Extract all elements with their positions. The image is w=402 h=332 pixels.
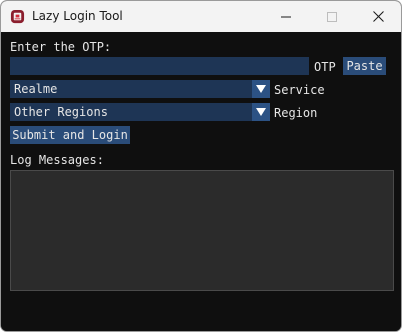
region-dropdown-arrow[interactable]: [252, 103, 270, 121]
log-messages-box[interactable]: [10, 170, 394, 291]
paste-button[interactable]: Paste: [343, 57, 386, 75]
chevron-down-icon: [256, 108, 266, 116]
region-selected: Other Regions: [14, 105, 108, 119]
log-messages-label: Log Messages:: [10, 153, 104, 167]
submit-login-button[interactable]: Submit and Login: [10, 126, 130, 144]
title-bar[interactable]: Lazy Login Tool: [1, 1, 401, 32]
service-selected: Realme: [14, 82, 58, 96]
close-button[interactable]: [355, 1, 401, 32]
otp-input[interactable]: [10, 57, 309, 75]
otp-field-label: OTP: [314, 60, 336, 74]
service-dropdown-arrow[interactable]: [252, 80, 270, 98]
app-logo-icon: [10, 9, 25, 24]
chevron-down-icon: [256, 85, 266, 93]
maximize-button[interactable]: [309, 1, 355, 32]
window-title: Lazy Login Tool: [32, 9, 123, 23]
minimize-icon: [281, 16, 291, 17]
close-icon: [372, 11, 384, 22]
service-label: Service: [274, 83, 325, 97]
app-window: Lazy Login Tool Enter the OTP: OTP Paste…: [0, 0, 402, 332]
region-label: Region: [274, 106, 318, 120]
service-dropdown[interactable]: Realme: [10, 80, 270, 98]
maximize-icon: [327, 11, 337, 22]
main-panel: Enter the OTP: OTP Paste Realme Service …: [1, 32, 401, 331]
otp-prompt-label: Enter the OTP:: [10, 40, 112, 54]
region-dropdown[interactable]: Other Regions: [10, 103, 270, 121]
minimize-button[interactable]: [263, 1, 309, 32]
